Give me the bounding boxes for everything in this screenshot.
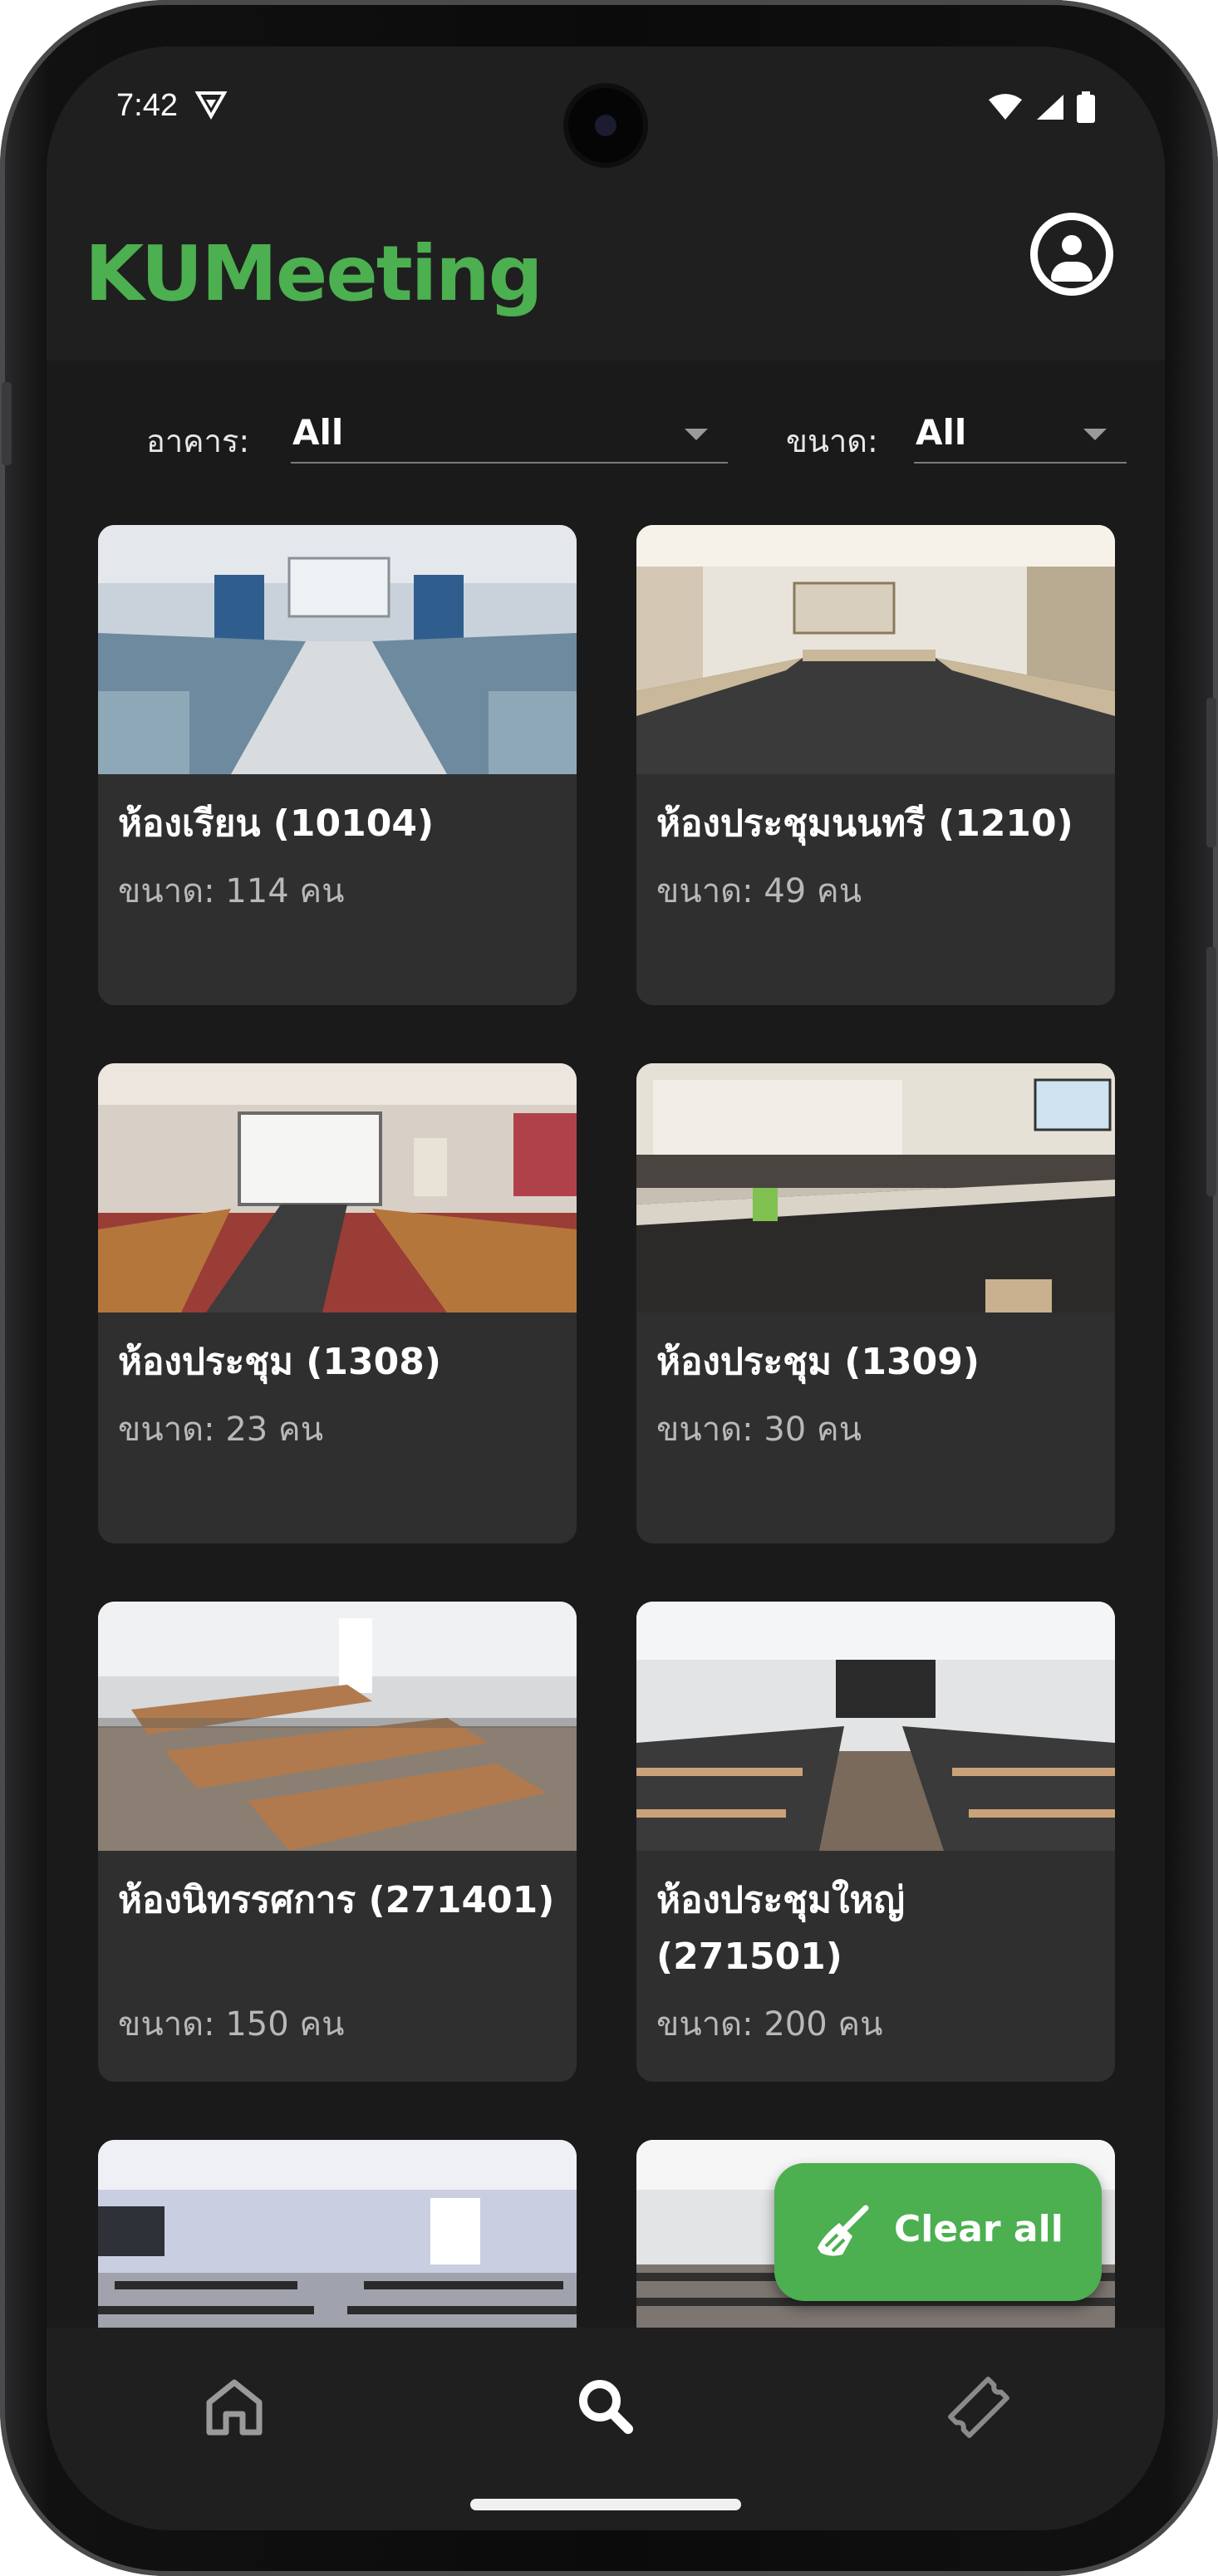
screen: 7:42 KUMeeting อาคาร: All ขนาด: All ห้อง… bbox=[47, 47, 1165, 2530]
app-header: KUMeeting bbox=[47, 179, 1165, 361]
room-photo bbox=[98, 1063, 577, 1313]
room-photo bbox=[636, 1602, 1115, 1851]
dropdown-arrow-icon bbox=[1083, 429, 1107, 440]
phone-frame: 7:42 KUMeeting อาคาร: All ขนาด: All ห้อง… bbox=[0, 0, 1218, 2576]
room-name: ห้องเรียน (10104) bbox=[118, 802, 435, 845]
clear-all-button[interactable]: Clear all bbox=[774, 2163, 1102, 2301]
room-photo bbox=[636, 525, 1115, 774]
room-photo bbox=[98, 525, 577, 774]
status-bar: 7:42 bbox=[47, 47, 1165, 179]
room-name: ห้องนิทรรศการ (271401) bbox=[118, 1879, 555, 1921]
size-filter-label: ขนาด: bbox=[786, 423, 878, 459]
status-icons bbox=[987, 91, 1095, 126]
room-card[interactable]: ห้องประชุม (1309) ขนาด: 30 คน bbox=[636, 1063, 1115, 1543]
dropdown-arrow-icon bbox=[685, 429, 708, 440]
nav-home[interactable] bbox=[184, 2358, 284, 2457]
room-capacity: ขนาด: 200 คน bbox=[656, 2005, 883, 2044]
power-button bbox=[1206, 698, 1216, 847]
room-capacity: ขนาด: 23 คน bbox=[118, 1411, 324, 1449]
room-card[interactable]: ห้องประชุมใหญ่ (271501) ขนาด: 200 คน bbox=[636, 1602, 1115, 2082]
ticket-icon bbox=[929, 2377, 1029, 2461]
room-card[interactable]: ห้องประชุมนนทรี (1210) ขนาด: 49 คน bbox=[636, 525, 1115, 1005]
signal-icon bbox=[1035, 93, 1065, 125]
room-capacity: ขนาด: 114 คน bbox=[118, 872, 345, 910]
room-card[interactable] bbox=[98, 2140, 577, 2328]
room-card[interactable]: ห้องประชุม (1308) ขนาด: 23 คน bbox=[98, 1063, 577, 1543]
size-filter-value: All bbox=[916, 412, 967, 453]
building-filter-value: All bbox=[292, 412, 344, 453]
room-photo bbox=[636, 1063, 1115, 1313]
clear-all-label: Clear all bbox=[894, 2208, 1063, 2250]
status-time: 7:42 bbox=[116, 88, 178, 123]
room-capacity: ขนาด: 49 คน bbox=[656, 872, 862, 910]
room-card[interactable]: ห้องนิทรรศการ (271401) ขนาด: 150 คน bbox=[98, 1602, 577, 2082]
nav-tickets[interactable] bbox=[929, 2358, 1029, 2457]
home-icon bbox=[184, 2379, 284, 2461]
room-capacity: ขนาด: 150 คน bbox=[118, 2005, 345, 2044]
home-indicator bbox=[470, 2499, 741, 2510]
room-name: ห้องประชุมนนทรี (1210) bbox=[656, 802, 1073, 845]
room-name: ห้องประชุม (1309) bbox=[656, 1341, 980, 1383]
filter-bar: อาคาร: All ขนาด: All bbox=[47, 389, 1165, 480]
profile-button[interactable] bbox=[1030, 213, 1113, 296]
size-filter-select[interactable]: All bbox=[914, 404, 1127, 464]
room-photo bbox=[98, 2140, 577, 2328]
room-photo bbox=[98, 1602, 577, 1851]
building-filter-select[interactable]: All bbox=[291, 404, 728, 464]
front-camera bbox=[568, 88, 643, 163]
room-name: ห้องประชุม (1308) bbox=[118, 1341, 441, 1383]
building-filter-label: อาคาร: bbox=[146, 423, 250, 459]
search-icon bbox=[557, 2380, 656, 2461]
room-card[interactable]: ห้องเรียน (10104) ขนาด: 114 คน bbox=[98, 525, 577, 1005]
nav-search[interactable] bbox=[557, 2358, 656, 2457]
room-name: ห้องประชุมใหญ่ (271501) bbox=[656, 1879, 905, 1978]
side-button-left bbox=[2, 382, 12, 465]
broom-icon bbox=[814, 2203, 872, 2264]
room-capacity: ขนาด: 30 คน bbox=[656, 1411, 862, 1449]
volume-button bbox=[1206, 947, 1216, 1196]
app-title: KUMeeting bbox=[85, 229, 543, 318]
wifi-icon bbox=[987, 93, 1024, 125]
vpn-icon bbox=[194, 90, 228, 123]
battery-icon bbox=[1077, 91, 1095, 126]
